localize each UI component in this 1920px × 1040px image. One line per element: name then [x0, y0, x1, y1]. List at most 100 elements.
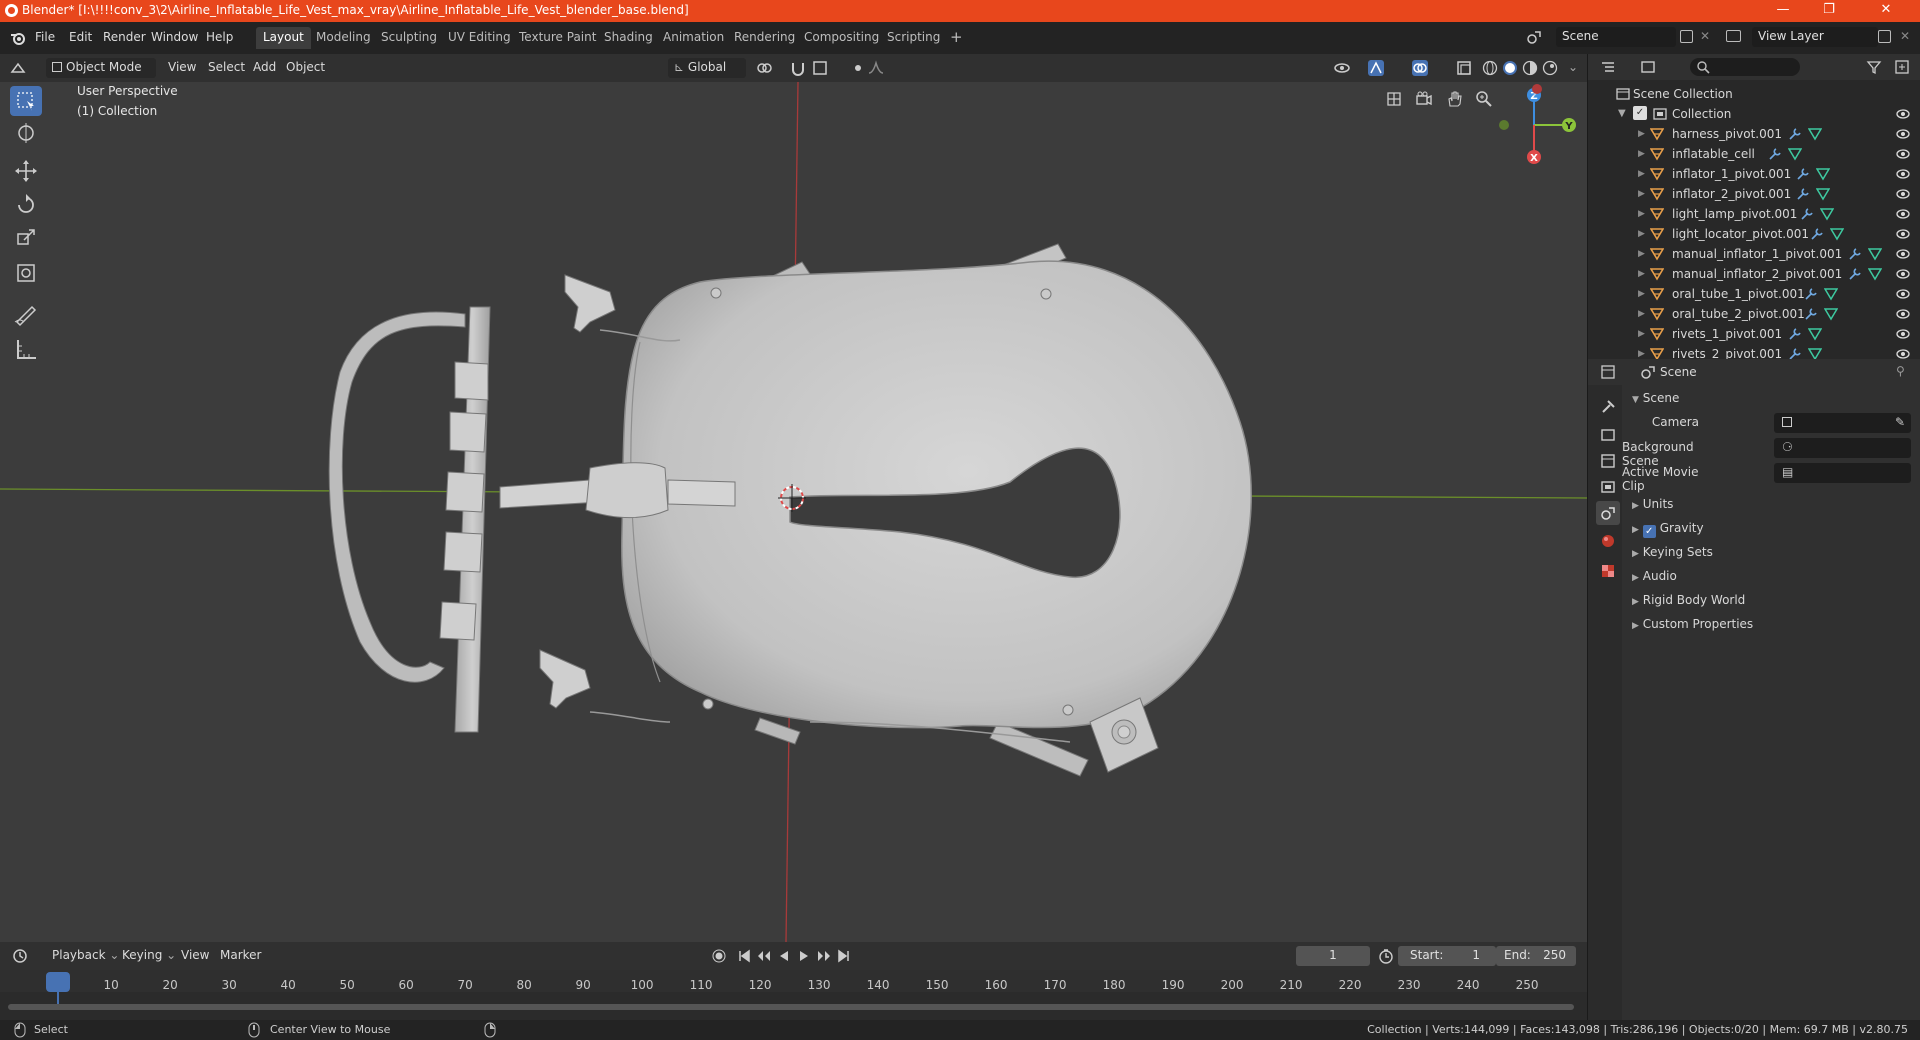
snap-target-icon[interactable]	[812, 60, 828, 76]
eye-icon[interactable]	[1895, 327, 1911, 341]
modifier-wrench-icon[interactable]	[1804, 307, 1818, 321]
active-movie-clip-field[interactable]: ▤	[1774, 463, 1911, 483]
current-frame-field[interactable]: 1	[1296, 946, 1370, 966]
eye-icon[interactable]	[1895, 207, 1911, 221]
pin-icon[interactable]: ⚲	[1896, 364, 1905, 378]
property-section-units[interactable]: ▶ Units	[1632, 497, 1912, 511]
mesh-data-icon[interactable]	[1868, 267, 1882, 281]
jump-end-icon[interactable]	[836, 948, 852, 964]
scene-panel-header[interactable]: ▼ Scene	[1632, 391, 1679, 405]
eye-icon[interactable]	[1895, 167, 1911, 181]
grid-view-icon[interactable]	[1385, 90, 1403, 108]
outliner-row-object[interactable]: ▶ manual_inflator_2_pivot.001	[1588, 264, 1920, 284]
transform-tool[interactable]	[10, 258, 42, 288]
rotate-tool[interactable]	[10, 190, 42, 220]
tab-scripting[interactable]: Scripting	[880, 27, 947, 49]
solid-shading-icon[interactable]	[1502, 60, 1518, 76]
tab-layout[interactable]: Layout	[256, 27, 311, 49]
modifier-wrench-icon[interactable]	[1848, 247, 1862, 261]
3d-viewport[interactable]: User Perspective (1) Collection Z Y X	[0, 82, 1587, 942]
play-reverse-icon[interactable]	[776, 948, 792, 964]
mesh-data-icon[interactable]	[1830, 227, 1844, 241]
eye-icon[interactable]	[1895, 227, 1911, 241]
menu-object[interactable]: Object	[280, 58, 331, 78]
outliner-row-object[interactable]: ▶ light_lamp_pivot.001	[1588, 204, 1920, 224]
proportional-edit-icon[interactable]	[850, 60, 866, 76]
expand-arrow-icon[interactable]: ▶	[1638, 169, 1645, 179]
mesh-data-icon[interactable]	[1816, 167, 1830, 181]
tab-texture-icon[interactable]	[1596, 559, 1620, 583]
property-section-gravity[interactable]: ▶ ✓ Gravity	[1632, 521, 1912, 538]
modifier-wrench-icon[interactable]	[1796, 187, 1810, 201]
tab-world-icon[interactable]	[1596, 529, 1620, 553]
property-section-audio[interactable]: ▶ Audio	[1632, 569, 1912, 583]
mesh-data-icon[interactable]	[1808, 127, 1822, 141]
frame-ruler[interactable]: 1102030405060708090100110120130140150160…	[0, 970, 1587, 992]
life-vest-model[interactable]	[328, 243, 1252, 777]
add-workspace-button[interactable]: +	[945, 27, 968, 49]
menu-add[interactable]: Add	[247, 58, 282, 78]
modifier-wrench-icon[interactable]	[1800, 207, 1814, 221]
tab-modeling[interactable]: Modeling	[309, 27, 378, 49]
menu-playback[interactable]: Playback ⌄	[46, 946, 125, 966]
menu-timeline-view[interactable]: View	[175, 946, 215, 966]
outliner-row-object[interactable]: ▶ inflator_2_pivot.001	[1588, 184, 1920, 204]
snap-icon[interactable]	[790, 60, 806, 76]
expand-arrow-icon[interactable]: ▶	[1638, 129, 1645, 139]
collapse-arrow-icon[interactable]: ▼	[1618, 108, 1626, 119]
outliner-row-object[interactable]: ▶ manual_inflator_1_pivot.001	[1588, 244, 1920, 264]
delete-view-layer-icon[interactable]: ✕	[1900, 29, 1916, 45]
expand-arrow-icon[interactable]: ▶	[1638, 289, 1645, 299]
menu-keying[interactable]: Keying ⌄	[116, 946, 182, 966]
editor-type-icon[interactable]	[10, 60, 26, 76]
filter-icon[interactable]	[1866, 59, 1882, 75]
menu-render[interactable]: Render	[98, 28, 151, 46]
outliner-row-object[interactable]: ▶ harness_pivot.001	[1588, 124, 1920, 144]
camera-field[interactable]: ✎	[1774, 413, 1911, 433]
playhead[interactable]	[46, 972, 70, 992]
eye-icon[interactable]	[1895, 307, 1911, 321]
end-frame-field[interactable]: End: 250	[1496, 946, 1576, 966]
display-mode-icon[interactable]	[1640, 59, 1656, 75]
timeline-editor-type-icon[interactable]	[12, 948, 28, 964]
timeline-body[interactable]: 1102030405060708090100110120130140150160…	[0, 970, 1587, 1020]
menu-window[interactable]: Window	[146, 28, 203, 46]
material-shading-icon[interactable]	[1522, 60, 1538, 76]
mesh-data-icon[interactable]	[1868, 247, 1882, 261]
outliner-row-object[interactable]: ▶ light_locator_pivot.001	[1588, 224, 1920, 244]
tab-texture-paint[interactable]: Texture Paint	[512, 27, 603, 49]
eye-icon[interactable]	[1895, 267, 1911, 281]
eye-icon[interactable]	[1895, 287, 1911, 301]
properties-editor-icon[interactable]	[1600, 364, 1616, 380]
measure-tool[interactable]	[10, 334, 42, 364]
eye-icon[interactable]	[1895, 187, 1911, 201]
falloff-icon[interactable]	[868, 60, 884, 76]
maximize-button[interactable]: ❐	[1806, 0, 1852, 22]
modifier-wrench-icon[interactable]	[1788, 127, 1802, 141]
tab-shading[interactable]: Shading	[597, 27, 660, 49]
expand-arrow-icon[interactable]: ▶	[1638, 189, 1645, 199]
expand-arrow-icon[interactable]: ▶	[1638, 229, 1645, 239]
jump-start-icon[interactable]	[736, 948, 752, 964]
shading-options-chevron-icon[interactable]: ⌄	[1562, 58, 1584, 78]
menu-file[interactable]: File	[30, 28, 60, 46]
modifier-wrench-icon[interactable]	[1768, 147, 1782, 161]
outliner-row-object[interactable]: ▶ inflatable_cell	[1588, 144, 1920, 164]
play-icon[interactable]	[796, 948, 812, 964]
gizmo-neg-x-icon[interactable]	[1530, 82, 1544, 96]
xray-toggle-icon[interactable]	[1456, 60, 1472, 76]
eye-icon[interactable]	[1895, 127, 1911, 141]
eye-icon[interactable]	[1895, 107, 1911, 121]
tab-uv-editing[interactable]: UV Editing	[441, 27, 518, 49]
outliner-row-collection[interactable]: ▼ ✓ Collection	[1588, 104, 1920, 124]
delete-scene-icon[interactable]: ✕	[1700, 29, 1716, 45]
timeline-scrollbar[interactable]	[8, 1004, 1574, 1010]
property-section-keying-sets[interactable]: ▶ Keying Sets	[1632, 545, 1912, 559]
outliner-row-object[interactable]: ▶ inflator_1_pivot.001	[1588, 164, 1920, 184]
pivot-point-icon[interactable]	[756, 60, 772, 76]
mesh-data-icon[interactable]	[1816, 187, 1830, 201]
transform-orientation-dropdown[interactable]: ⊾ Global	[668, 58, 746, 78]
prev-keyframe-icon[interactable]	[756, 948, 772, 964]
tab-scene-icon[interactable]	[1596, 501, 1620, 525]
expand-arrow-icon[interactable]: ▶	[1638, 249, 1645, 259]
